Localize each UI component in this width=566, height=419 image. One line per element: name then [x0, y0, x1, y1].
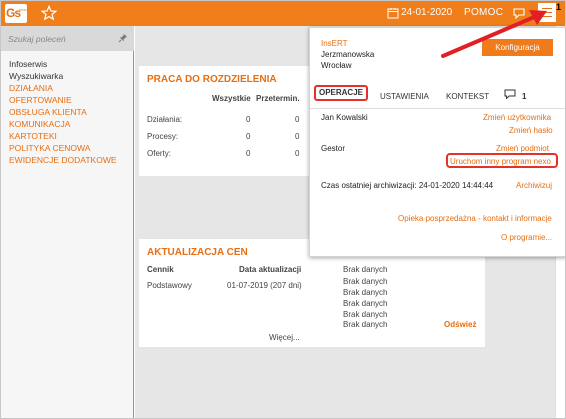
no-data: Brak danych	[343, 265, 388, 274]
sidebar: Szukaj poleceń Infoserwis Wyszukiwarka DZI…	[1, 26, 134, 418]
sidebar-item[interactable]: OFERTOWANIE	[9, 94, 129, 106]
sidebar-item[interactable]: KARTOTEKI	[9, 130, 129, 142]
column-overdue: Przetermin.	[256, 94, 300, 103]
help-link[interactable]: POMOC	[464, 7, 503, 18]
change-entity-link[interactable]: Zmień podmiot	[496, 144, 549, 153]
logo-text: Gs	[6, 6, 21, 20]
sidebar-item[interactable]: Infoserwis	[9, 58, 129, 70]
comment-icon[interactable]	[504, 89, 516, 99]
tab-operations[interactable]: OPERACJE	[314, 85, 368, 101]
configuration-button[interactable]: Konfiguracja	[482, 39, 553, 56]
tab-context[interactable]: KONTEKST	[446, 92, 489, 101]
row-all-processes: 0	[246, 132, 251, 141]
last-archive-time: Czas ostatniej archiwizacji: 24-01-2020 …	[321, 181, 494, 190]
no-data: Brak danych	[343, 277, 388, 286]
top-bar: Gs nexo 24-01-2020 POMOC 1	[1, 1, 565, 26]
row-label-offers: Oferty:	[147, 149, 172, 158]
company-city: Wrocław	[321, 61, 352, 70]
aftersales-link[interactable]: Opieka posprzedażna - kontakt i informac…	[398, 214, 552, 223]
step-number-label: 1	[556, 2, 562, 12]
work-distribution-title: PRACA DO ROZDZIELENIA	[147, 74, 277, 85]
sidebar-item[interactable]: POLITYKA CENOWA	[9, 142, 129, 154]
main-menu-button[interactable]	[538, 3, 556, 22]
current-user: Jan Kowalski	[321, 113, 368, 122]
sidebar-item[interactable]: Wyszukiwarka	[9, 70, 129, 82]
refresh-link[interactable]: Odśwież	[444, 320, 476, 329]
row-all-offers: 0	[246, 149, 251, 158]
calendar-icon	[387, 8, 399, 19]
change-password-link[interactable]: Zmień hasło	[509, 126, 553, 135]
about-link[interactable]: O programie...	[501, 233, 552, 242]
current-date: 24-01-2020	[401, 7, 453, 18]
sidebar-item[interactable]: DZIAŁANIA	[9, 82, 129, 94]
user-menu-panel: InsERT Jerzmanowska Wrocław Konfiguracja…	[309, 27, 565, 257]
column-update-date: Data aktualizacji	[239, 265, 302, 274]
sidebar-item[interactable]: EWIDENCJE DODATKOWE	[9, 154, 129, 166]
no-data: Brak danych	[343, 320, 388, 329]
command-search[interactable]: Szukaj poleceń	[1, 26, 134, 51]
sidebar-item[interactable]: KOMUNIKACJA	[9, 118, 129, 130]
row-label-actions: Działania:	[147, 115, 183, 124]
work-distribution-card: PRACA DO ROZDZIELENIA Wszystkie Przeterm…	[139, 66, 329, 176]
archive-link[interactable]: Archiwizuj	[516, 181, 552, 190]
no-data: Brak danych	[343, 288, 388, 297]
sidebar-nav: Infoserwis Wyszukiwarka DZIAŁANIA OFERTOWAN…	[9, 58, 129, 166]
sidebar-item[interactable]: OBSŁUGA KLIENTA	[9, 106, 129, 118]
company-street: Jerzmanowska	[321, 50, 375, 59]
run-other-program-link[interactable]: Uruchom inny program nexo	[450, 157, 551, 166]
current-entity: Gestor	[321, 144, 346, 153]
logo-sub: nexo	[19, 7, 28, 12]
change-user-link[interactable]: Zmień użytkownika	[483, 113, 551, 122]
column-all: Wszystkie	[212, 94, 251, 103]
row-all-actions: 0	[246, 115, 251, 124]
comment-count: 1	[522, 92, 527, 101]
app-window: Gs nexo 24-01-2020 POMOC 1 Szukaj polece…	[0, 0, 566, 419]
pin-icon[interactable]	[118, 33, 128, 43]
company-name: InsERT	[321, 39, 348, 48]
pricelist-date: 01-07-2019 (207 dni)	[227, 281, 302, 290]
price-update-title: AKTUALIZACJA CEN	[147, 247, 248, 258]
row-overdue-processes: 0	[295, 132, 300, 141]
more-link[interactable]: Więcej...	[269, 333, 300, 342]
app-logo[interactable]: Gs nexo	[5, 4, 28, 23]
tabs-divider	[310, 108, 565, 109]
tab-settings[interactable]: USTAWIENIA	[380, 92, 429, 101]
row-label-processes: Procesy:	[147, 132, 179, 141]
search-input[interactable]: Szukaj poleceń	[8, 34, 66, 44]
row-overdue-offers: 0	[295, 149, 300, 158]
column-pricelist: Cennik	[147, 265, 174, 274]
pricelist-name[interactable]: Podstawowy	[147, 281, 192, 290]
hamburger-icon	[542, 8, 552, 17]
no-data: Brak danych	[343, 299, 388, 308]
no-data: Brak danych	[343, 310, 388, 319]
star-icon[interactable]	[41, 5, 57, 21]
row-overdue-actions: 0	[295, 115, 300, 124]
messages-icon[interactable]	[512, 6, 526, 20]
